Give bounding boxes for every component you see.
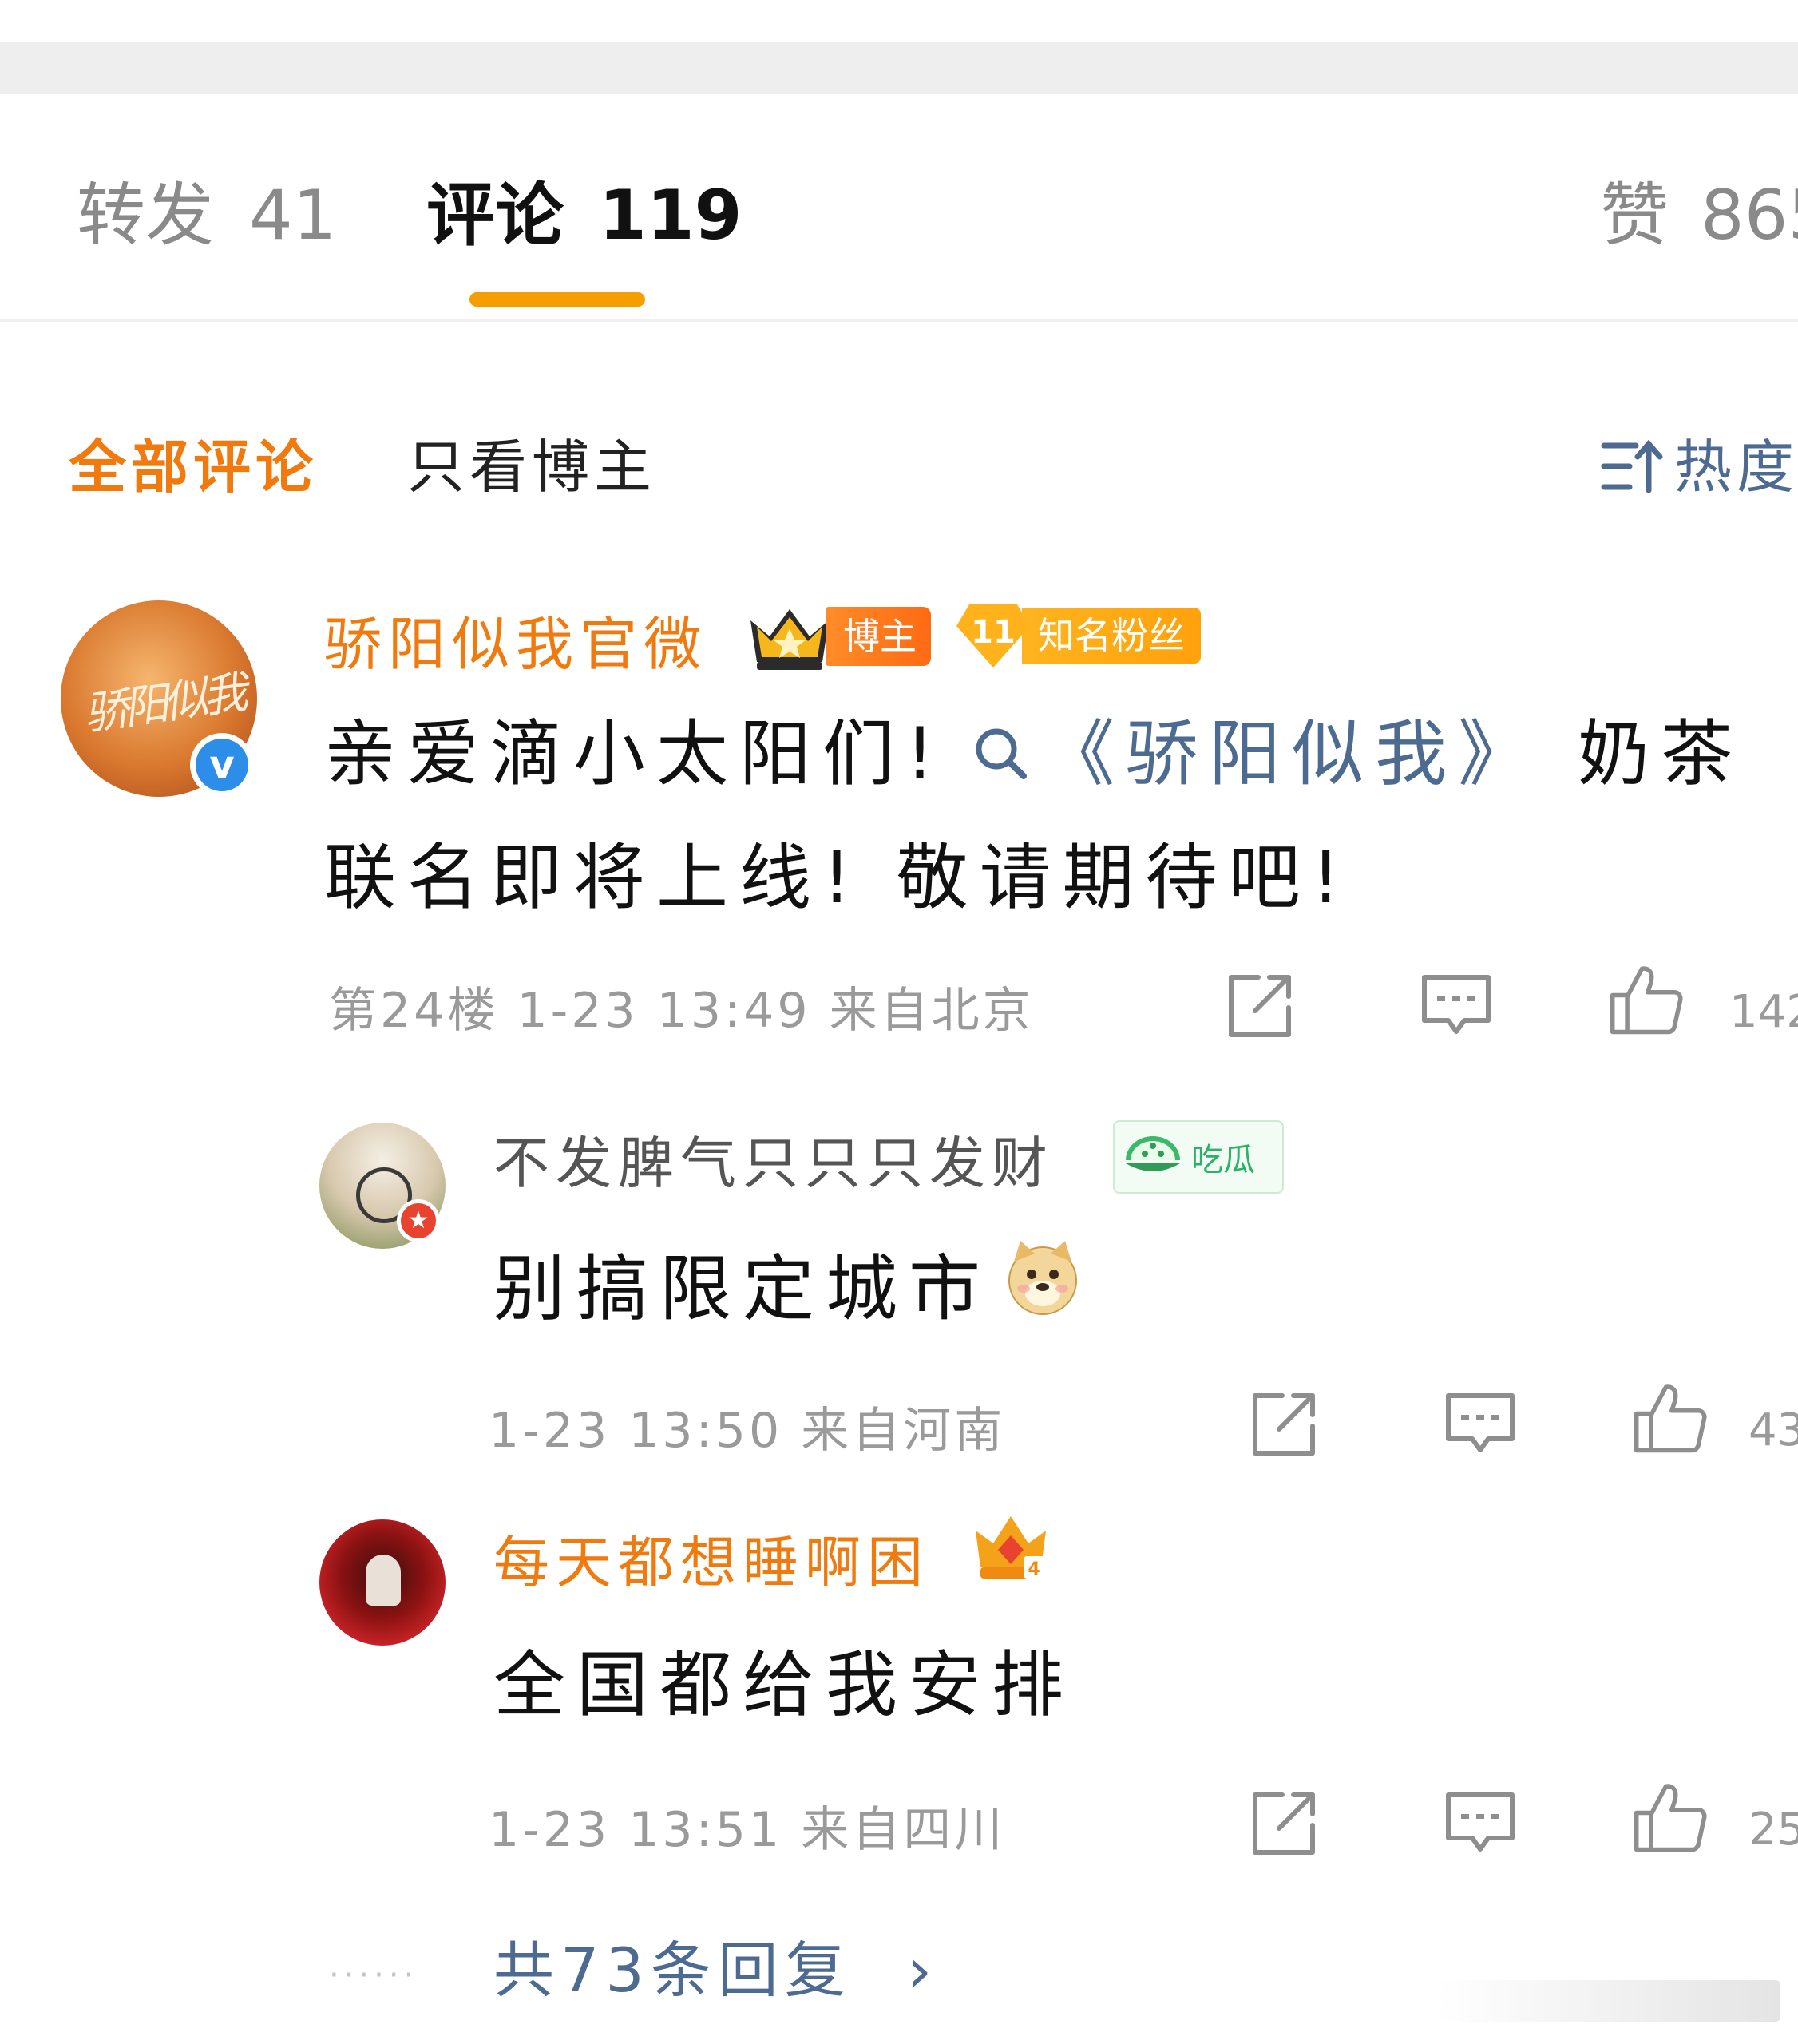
tab-likes-count: 865 bbox=[1701, 176, 1798, 256]
reply-text: 全国都给我安排 bbox=[493, 1643, 1075, 1727]
reply-time: 1-23 13:50 bbox=[489, 1403, 783, 1459]
owner-badge: 博主 bbox=[826, 607, 931, 666]
like-count: 25 bbox=[1748, 1804, 1798, 1856]
comment-time: 1-23 13:49 bbox=[517, 983, 811, 1039]
fan-badge-label: 知名粉丝 bbox=[1022, 608, 1201, 664]
tab-repost-label: 转发 bbox=[77, 176, 214, 256]
svg-text:4: 4 bbox=[1028, 1559, 1040, 1579]
repost-icon[interactable] bbox=[1247, 1787, 1321, 1860]
tab-likes-label: 赞 bbox=[1600, 176, 1669, 256]
comment-icon[interactable] bbox=[1420, 969, 1493, 1043]
watermark bbox=[1437, 1980, 1780, 2022]
view-all-replies-label: 共73条回复 bbox=[493, 1935, 852, 2006]
crown-icon: 4 bbox=[976, 1516, 1046, 1579]
like-count: 43 bbox=[1748, 1404, 1798, 1456]
watermelon-icon bbox=[1126, 1136, 1180, 1171]
reply-text-content: 别搞限定城市 bbox=[493, 1247, 992, 1331]
fan-level: 11 bbox=[956, 604, 1030, 667]
comment-text: 亲爱滴小太阳们! 《骄阳似我》 奶茶联名即将上线! 敬请期待吧! bbox=[324, 695, 1761, 938]
avatar-artwork: 骄阳似我 bbox=[81, 667, 247, 741]
reply-meta: 1-23 13:50 来自河南 bbox=[489, 1399, 1005, 1463]
tab-comments[interactable]: 评论 119 bbox=[426, 172, 743, 259]
like-count: 142 bbox=[1729, 986, 1798, 1038]
sort-button[interactable]: 热度 bbox=[1601, 431, 1798, 503]
topic-link[interactable]: 《骄阳似我》 bbox=[945, 712, 1578, 796]
repost-icon[interactable] bbox=[1247, 1388, 1321, 1461]
top-gray-strip bbox=[0, 42, 1798, 94]
sort-icon bbox=[1601, 439, 1663, 493]
fan-badge: 11 知名粉丝 bbox=[956, 604, 1201, 667]
reply-author-name[interactable]: 每天都想睡啊困 bbox=[493, 1527, 929, 1598]
like-icon[interactable] bbox=[1634, 1381, 1707, 1455]
reply-location: 来自四川 bbox=[801, 1802, 1006, 1858]
verified-icon: v bbox=[190, 733, 254, 797]
watermelon-badge: 吃瓜 bbox=[1113, 1120, 1284, 1194]
view-all-replies-link[interactable]: 共73条回复 › bbox=[493, 1931, 938, 2010]
reply-text: 别搞限定城市 bbox=[493, 1230, 1083, 1353]
reply-thread-dots: ······ bbox=[329, 1957, 419, 1994]
avatar[interactable] bbox=[319, 1519, 446, 1646]
chevron-right-icon: › bbox=[907, 1935, 939, 2006]
search-topic-icon bbox=[972, 699, 1030, 818]
tab-comments-count: 119 bbox=[599, 176, 743, 256]
filter-owner-only[interactable]: 只看博主 bbox=[407, 431, 656, 503]
tabs-divider bbox=[0, 319, 1798, 322]
tab-repost[interactable]: 转发 41 bbox=[77, 172, 336, 259]
like-icon[interactable] bbox=[1610, 963, 1683, 1036]
member-badge-icon: ★ bbox=[397, 1199, 440, 1242]
repost-icon[interactable] bbox=[1223, 969, 1297, 1043]
comment-icon[interactable] bbox=[1444, 1787, 1517, 1860]
melon-badge-label: 吃瓜 bbox=[1191, 1142, 1255, 1178]
filter-all-comments[interactable]: 全部评论 bbox=[69, 431, 318, 503]
comment-author-name[interactable]: 骄阳似我官微 bbox=[324, 608, 707, 680]
reply-meta: 1-23 13:51 来自四川 bbox=[489, 1798, 1005, 1862]
reply-location: 来自河南 bbox=[801, 1403, 1006, 1459]
topic-label: 《骄阳似我》 bbox=[1043, 712, 1542, 796]
comment-text-before: 亲爱滴小太阳们! bbox=[324, 712, 946, 796]
active-tab-indicator bbox=[469, 292, 645, 307]
comment-meta: 第24楼 1-23 13:49 来自北京 bbox=[329, 979, 1034, 1043]
tab-likes[interactable]: 赞 865 bbox=[1600, 172, 1798, 259]
doge-emoji-icon bbox=[1003, 1234, 1083, 1353]
reply-author-name[interactable]: 不发脾气只只只发财 bbox=[493, 1127, 1054, 1199]
sort-label: 热度 bbox=[1674, 434, 1798, 501]
comment-icon[interactable] bbox=[1444, 1388, 1517, 1461]
like-icon[interactable] bbox=[1634, 1781, 1707, 1854]
comment-location: 来自北京 bbox=[829, 983, 1034, 1039]
reply-time: 1-23 13:51 bbox=[489, 1802, 783, 1858]
tab-comments-label: 评论 bbox=[426, 176, 564, 256]
crown-icon bbox=[750, 609, 829, 670]
comment-floor: 第24楼 bbox=[329, 983, 499, 1039]
tab-repost-count: 41 bbox=[249, 176, 337, 256]
